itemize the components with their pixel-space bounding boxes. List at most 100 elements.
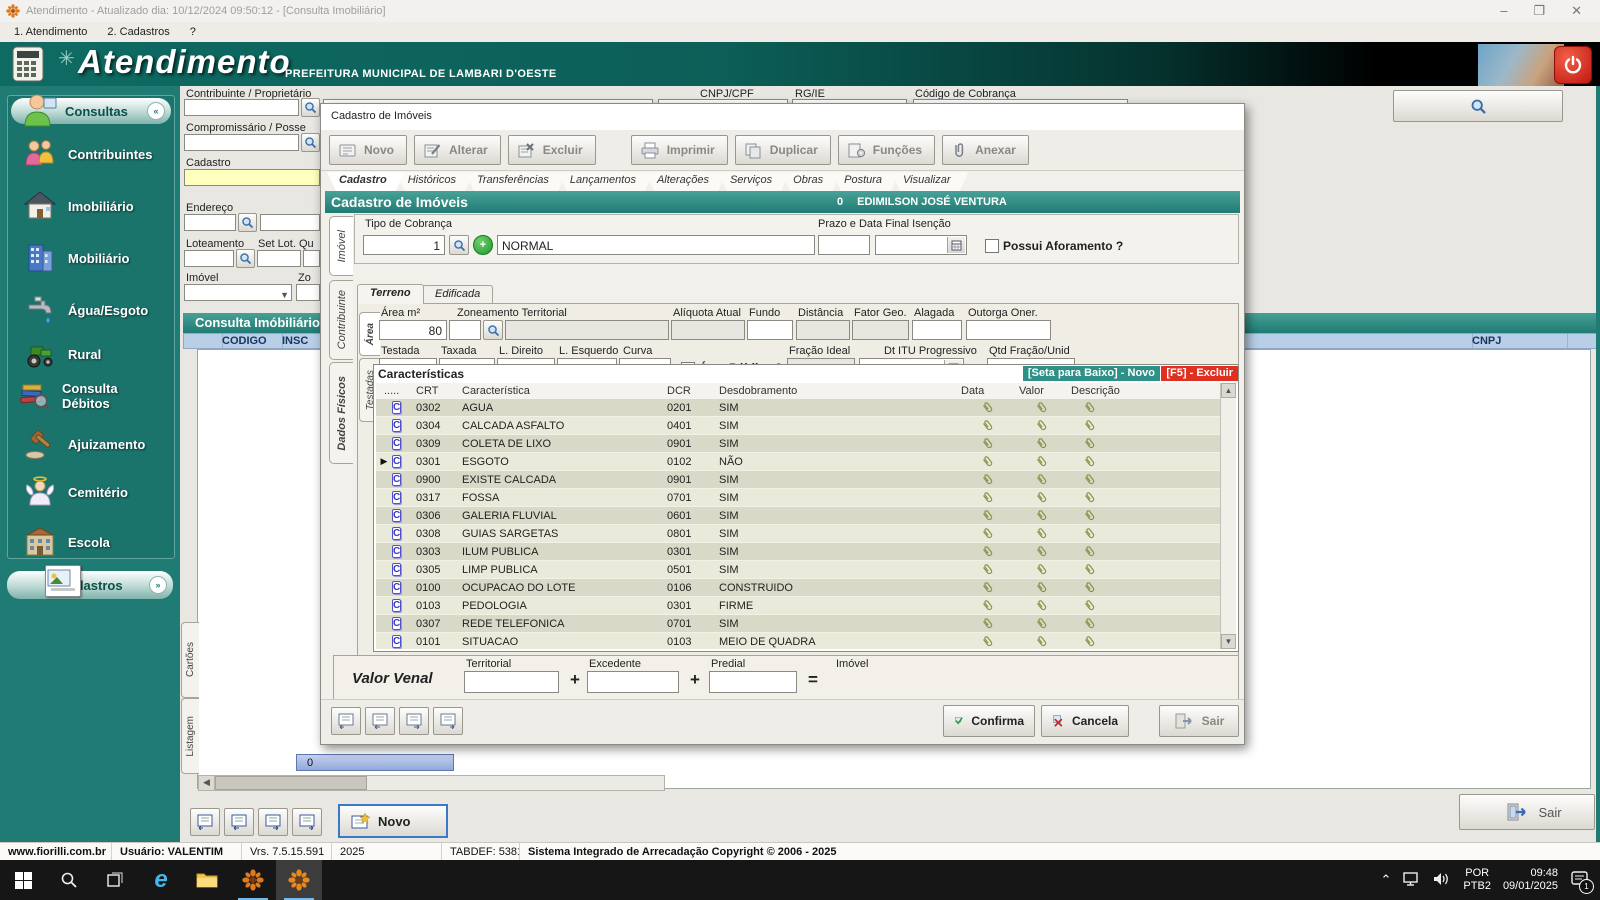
novo-button[interactable]: Novo [338, 804, 448, 838]
nav-prev-button[interactable] [365, 707, 395, 735]
table-row[interactable]: C0302AGUA0201SIM [376, 399, 1220, 417]
table-row[interactable]: C0304CALCADA ASFALTO0401SIM [376, 417, 1220, 435]
attachment-descricao-icon[interactable] [1081, 524, 1100, 544]
cnpj-column[interactable]: CNPJ [1466, 334, 1568, 348]
internet-explorer-icon[interactable]: e [138, 860, 184, 900]
attachment-valor-icon[interactable] [1033, 452, 1052, 472]
col-descricao[interactable]: Descrição [1071, 385, 1220, 397]
network-icon[interactable] [1403, 872, 1421, 889]
outorga-input[interactable] [966, 320, 1051, 340]
attachment-descricao-icon[interactable] [1081, 399, 1100, 417]
contribuinte-input[interactable] [184, 99, 299, 116]
tab-edificada[interactable]: Edificada [422, 285, 493, 304]
table-row[interactable]: C0317FOSSA0701SIM [376, 489, 1220, 507]
attachment-descricao-icon[interactable] [1081, 542, 1100, 562]
data-final-isencao-input[interactable] [875, 235, 967, 255]
scroll-up-icon[interactable]: ▲ [1221, 383, 1236, 398]
tab-obras[interactable]: Obras [781, 172, 841, 191]
search-icon[interactable] [236, 249, 255, 268]
nav-first-button[interactable] [331, 707, 361, 735]
compromissario-input[interactable] [184, 134, 299, 151]
attachment-data-icon[interactable] [979, 506, 998, 526]
anexar-button[interactable]: Anexar [942, 135, 1029, 165]
sidebar-item-contribuintes[interactable]: Contribuintes [22, 136, 172, 172]
sair-button[interactable]: Sair [1159, 705, 1239, 737]
search-icon[interactable] [238, 213, 257, 232]
sidebar-item-rural[interactable]: Rural [22, 336, 172, 372]
attachment-valor-icon[interactable] [1033, 416, 1052, 436]
setlot-input[interactable] [257, 250, 301, 267]
col-desdobramento[interactable]: Desdobramento [719, 385, 961, 397]
territorial-input[interactable] [464, 671, 559, 693]
scrollbar-thumb[interactable] [215, 776, 367, 790]
nav-prev-button[interactable] [224, 808, 254, 836]
attachment-data-icon[interactable] [979, 452, 998, 472]
attachment-valor-icon[interactable] [1033, 434, 1052, 454]
imovel-select[interactable]: ▼ [184, 284, 292, 301]
cancela-button[interactable]: Cancela [1041, 705, 1129, 737]
add-icon[interactable]: + [473, 235, 493, 255]
sidebar-item-agua-esgoto[interactable]: Água/Esgoto [22, 292, 172, 328]
menu-atendimento[interactable]: 1. Atendimento [6, 24, 95, 40]
notification-icon[interactable]: 1 [1570, 870, 1590, 891]
attachment-descricao-icon[interactable] [1081, 578, 1100, 598]
attachment-data-icon[interactable] [979, 399, 998, 417]
attachment-data-icon[interactable] [979, 416, 998, 436]
tab-servicos[interactable]: Serviços [718, 172, 790, 191]
cadastro-input[interactable] [184, 169, 320, 186]
attachment-valor-icon[interactable] [1033, 506, 1052, 526]
table-row[interactable]: C0101SITUACAO0103MEIO DE QUADRA [376, 633, 1220, 649]
fiorilli-app-icon[interactable] [230, 860, 276, 900]
attachment-valor-icon[interactable] [1033, 524, 1052, 544]
search-icon[interactable] [483, 320, 503, 340]
tab-cadastro[interactable]: Cadastro [327, 172, 405, 191]
attachment-descricao-icon[interactable] [1081, 632, 1100, 649]
tray-chevron-icon[interactable]: ⌃ [1381, 872, 1392, 888]
confirma-button[interactable]: Confirma [943, 705, 1035, 737]
attachment-data-icon[interactable] [979, 632, 998, 649]
clock[interactable]: 09:4809/01/2025 [1503, 867, 1558, 893]
start-button[interactable] [0, 860, 46, 900]
attachment-data-icon[interactable] [979, 578, 998, 598]
col-crt[interactable]: CRT [416, 385, 462, 397]
col-valor[interactable]: Valor [1019, 385, 1071, 397]
table-row[interactable]: C0303ILUM PUBLICA0301SIM [376, 543, 1220, 561]
col-data[interactable]: Data [961, 385, 1019, 397]
col-dcr[interactable]: DCR [667, 385, 719, 397]
vertical-scrollbar[interactable]: ▲ ▼ [1220, 383, 1236, 649]
prazo-input[interactable] [818, 235, 870, 255]
endereco-input[interactable] [260, 214, 320, 231]
table-row[interactable]: C0306GALERIA FLUVIAL0601SIM [376, 507, 1220, 525]
menu-help[interactable]: ? [182, 24, 204, 40]
nav-next-button[interactable] [258, 808, 288, 836]
tab-historicos[interactable]: Históricos [396, 172, 474, 191]
fundo-input[interactable] [747, 320, 793, 340]
tab-listagem[interactable]: Listagem [181, 698, 199, 774]
minimize-icon[interactable]: – [1500, 3, 1507, 19]
consultas-header[interactable]: Consultas « [11, 98, 171, 124]
side-tab-dados-fisicos[interactable]: Dados Físicos [329, 362, 353, 464]
sidebar-item-escola[interactable]: Escola [22, 524, 172, 560]
attachment-descricao-icon[interactable] [1081, 596, 1100, 616]
table-row[interactable]: C0305LIMP PUBLICA0501SIM [376, 561, 1220, 579]
attachment-valor-icon[interactable] [1033, 614, 1052, 634]
atendimento-app-icon[interactable] [276, 860, 322, 900]
nav-first-button[interactable] [190, 808, 220, 836]
nav-next-button[interactable] [399, 707, 429, 735]
menu-cadastros[interactable]: 2. Cadastros [99, 24, 177, 40]
attachment-data-icon[interactable] [979, 614, 998, 634]
sair-button[interactable]: Sair [1459, 794, 1595, 830]
funcoes-button[interactable]: Funções [838, 135, 935, 165]
excluir-button[interactable]: Excluir [508, 135, 596, 165]
inner-tab-area[interactable]: Área [359, 312, 380, 356]
attachment-descricao-icon[interactable] [1081, 452, 1100, 472]
novo-button[interactable]: Novo [329, 135, 407, 165]
nav-last-button[interactable] [433, 707, 463, 735]
tab-terreno[interactable]: Terreno [357, 284, 424, 304]
language-indicator[interactable]: PORPTB2 [1463, 867, 1491, 893]
search-icon[interactable] [301, 133, 320, 152]
imprimir-button[interactable]: Imprimir [631, 135, 728, 165]
side-tab-imovel[interactable]: Imóvel [329, 216, 353, 276]
endereco-cod-input[interactable] [184, 214, 236, 231]
tab-cartoes[interactable]: Cartões [181, 622, 199, 698]
